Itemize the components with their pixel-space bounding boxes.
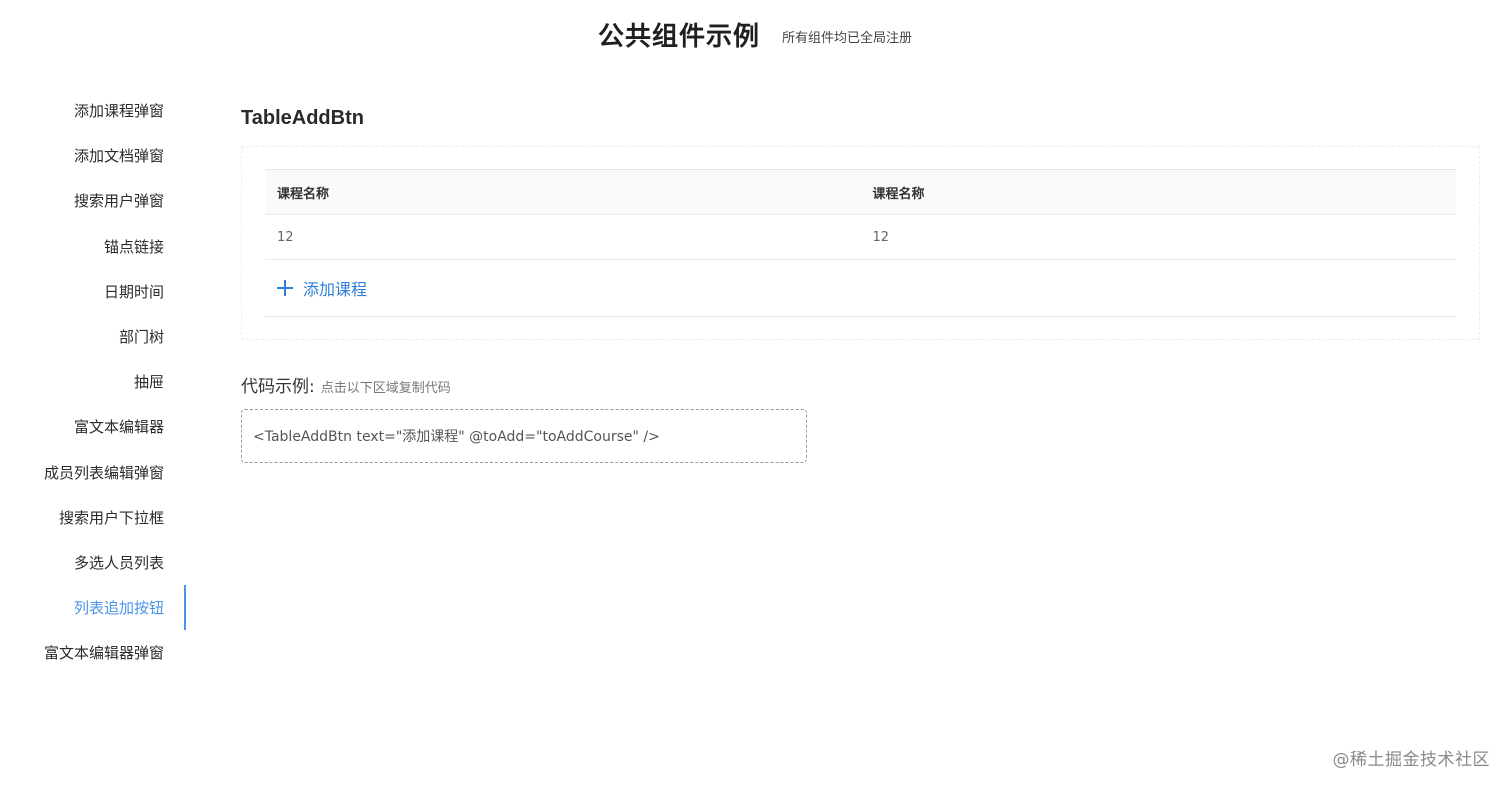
watermark: @稀土掘金技术社区 [1332,750,1490,770]
table-header-row: 课程名称 课程名称 [265,170,1456,215]
code-snippet-box[interactable]: <TableAddBtn text="添加课程" @toAdd="toAddCo… [241,409,807,463]
table-row: 12 12 [265,215,1456,260]
sidebar-item-add-course-dialog[interactable]: 添加课程弹窗 [0,88,186,133]
page: 公共组件示例 所有组件均已全局注册 添加课程弹窗 添加文档弹窗 搜索用户弹窗 锚… [0,0,1512,792]
sidebar-item-rich-text-editor[interactable]: 富文本编辑器 [0,404,186,449]
course-table: 课程名称 课程名称 12 12 添加课程 [265,169,1456,317]
sidebar-item-search-user-dialog[interactable]: 搜索用户弹窗 [0,178,186,223]
page-subtitle: 所有组件均已全局注册 [782,30,913,46]
add-course-button[interactable]: 添加课程 [265,260,1456,317]
main-content: TableAddBtn 课程名称 课程名称 12 12 添加课程 代码示例: 点… [241,96,1481,463]
header-inner: 公共组件示例 所有组件均已全局注册 [598,16,912,53]
sidebar-item-multi-select-people-list[interactable]: 多选人员列表 [0,540,186,585]
demo-box: 课程名称 课程名称 12 12 添加课程 [241,146,1480,340]
sidebar-item-add-document-dialog[interactable]: 添加文档弹窗 [0,133,186,178]
sidebar-item-drawer[interactable]: 抽屉 [0,359,186,404]
plus-icon [277,280,293,296]
table-header-cell: 课程名称 [872,186,925,202]
table-cell: 12 [277,229,294,245]
sidebar-item-member-list-edit-dialog[interactable]: 成员列表编辑弹窗 [0,450,186,495]
page-title: 公共组件示例 [597,21,760,52]
add-course-label: 添加课程 [303,280,368,299]
header: 公共组件示例 所有组件均已全局注册 [0,14,1512,54]
section-title: TableAddBtn [241,107,364,129]
table-cell: 12 [872,229,890,245]
code-example-label: 代码示例: [241,377,315,397]
sidebar-item-date-time[interactable]: 日期时间 [0,269,186,314]
code-example-header: 代码示例: 点击以下区域复制代码 [241,372,1481,397]
sidebar-item-table-add-button[interactable]: 列表追加按钮 [0,585,186,631]
sidebar-item-department-tree[interactable]: 部门树 [0,314,186,359]
sidebar-item-search-user-select[interactable]: 搜索用户下拉框 [0,495,186,540]
sidebar-item-anchor-link[interactable]: 锚点链接 [0,224,186,269]
table-header-cell: 课程名称 [277,186,330,202]
sidebar-nav: 添加课程弹窗 添加文档弹窗 搜索用户弹窗 锚点链接 日期时间 部门树 抽屉 富文… [0,88,186,675]
code-example-hint: 点击以下区域复制代码 [320,381,451,396]
sidebar-item-rich-text-editor-dialog[interactable]: 富文本编辑器弹窗 [0,630,186,675]
